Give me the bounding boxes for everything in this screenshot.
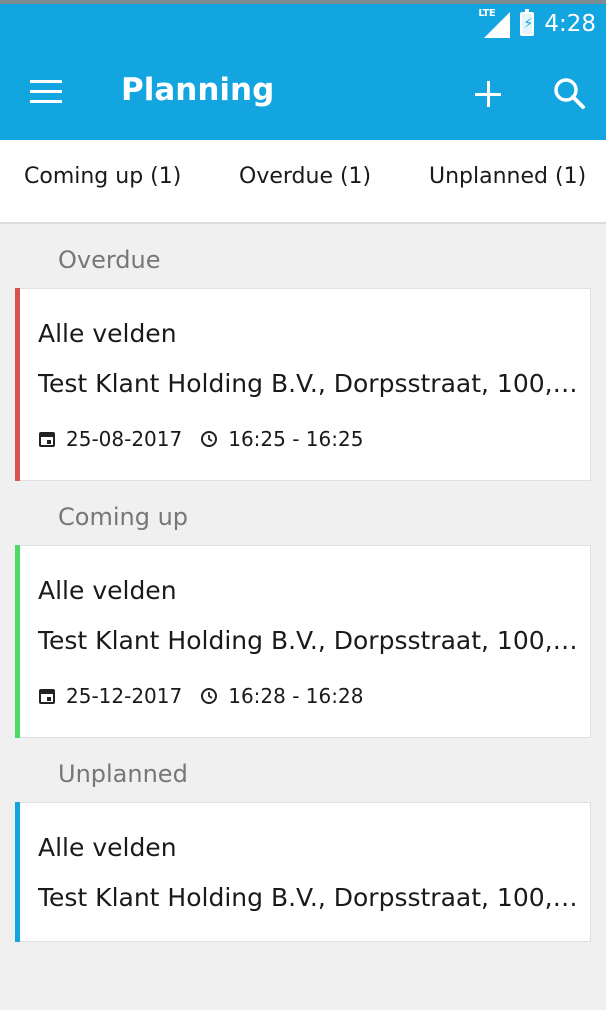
calendar-icon <box>39 689 55 704</box>
card-address: Test Klant Holding B.V., Dorpsstraat, 10… <box>38 369 578 398</box>
card-accent-coming-up <box>15 545 20 738</box>
status-bar: LTE ⚡ 4:28 <box>0 0 606 48</box>
battery-icon: ⚡ <box>520 9 535 36</box>
card-date: 25-08-2017 <box>66 427 183 451</box>
search-icon[interactable] <box>550 74 590 114</box>
add-icon[interactable] <box>470 76 506 112</box>
card-meta: 25-08-2017 16:25 - 16:25 <box>38 427 363 451</box>
planning-card-unplanned[interactable]: Alle velden Test Klant Holding B.V., Dor… <box>15 802 591 942</box>
clock-icon <box>201 688 218 704</box>
tab-unplanned[interactable]: Unplanned (1) <box>429 164 586 189</box>
clock: 4:28 <box>544 11 596 37</box>
planning-card-coming-up[interactable]: Alle velden Test Klant Holding B.V., Dor… <box>15 545 591 738</box>
card-accent-unplanned <box>15 802 20 942</box>
page-title: Planning <box>121 72 275 108</box>
menu-icon[interactable] <box>30 80 62 104</box>
status-icons: LTE ⚡ 4:28 <box>478 8 596 38</box>
tab-coming-up[interactable]: Coming up (1) <box>24 164 181 189</box>
card-meta: 25-12-2017 16:28 - 16:28 <box>38 684 363 708</box>
calendar-icon <box>39 432 55 447</box>
section-title-overdue: Overdue <box>58 246 161 274</box>
card-address: Test Klant Holding B.V., Dorpsstraat, 10… <box>38 626 578 655</box>
card-title: Alle velden <box>38 833 177 862</box>
card-address: Test Klant Holding B.V., Dorpsstraat, 10… <box>38 883 578 912</box>
tab-overdue[interactable]: Overdue (1) <box>239 164 371 189</box>
app-bar: Planning <box>0 48 606 140</box>
section-title-coming-up: Coming up <box>58 503 189 531</box>
section-title-unplanned: Unplanned <box>58 760 188 788</box>
tab-bar: Coming up (1) Overdue (1) Unplanned (1) <box>0 140 606 224</box>
card-accent-overdue <box>15 288 20 481</box>
clock-icon <box>201 431 218 447</box>
card-title: Alle velden <box>38 319 177 348</box>
signal-icon: LTE <box>478 8 511 38</box>
card-date: 25-12-2017 <box>66 684 183 708</box>
planning-card-overdue[interactable]: Alle velden Test Klant Holding B.V., Dor… <box>15 288 591 481</box>
card-time: 16:25 - 16:25 <box>228 427 364 451</box>
card-time: 16:28 - 16:28 <box>228 684 364 708</box>
card-title: Alle velden <box>38 576 177 605</box>
